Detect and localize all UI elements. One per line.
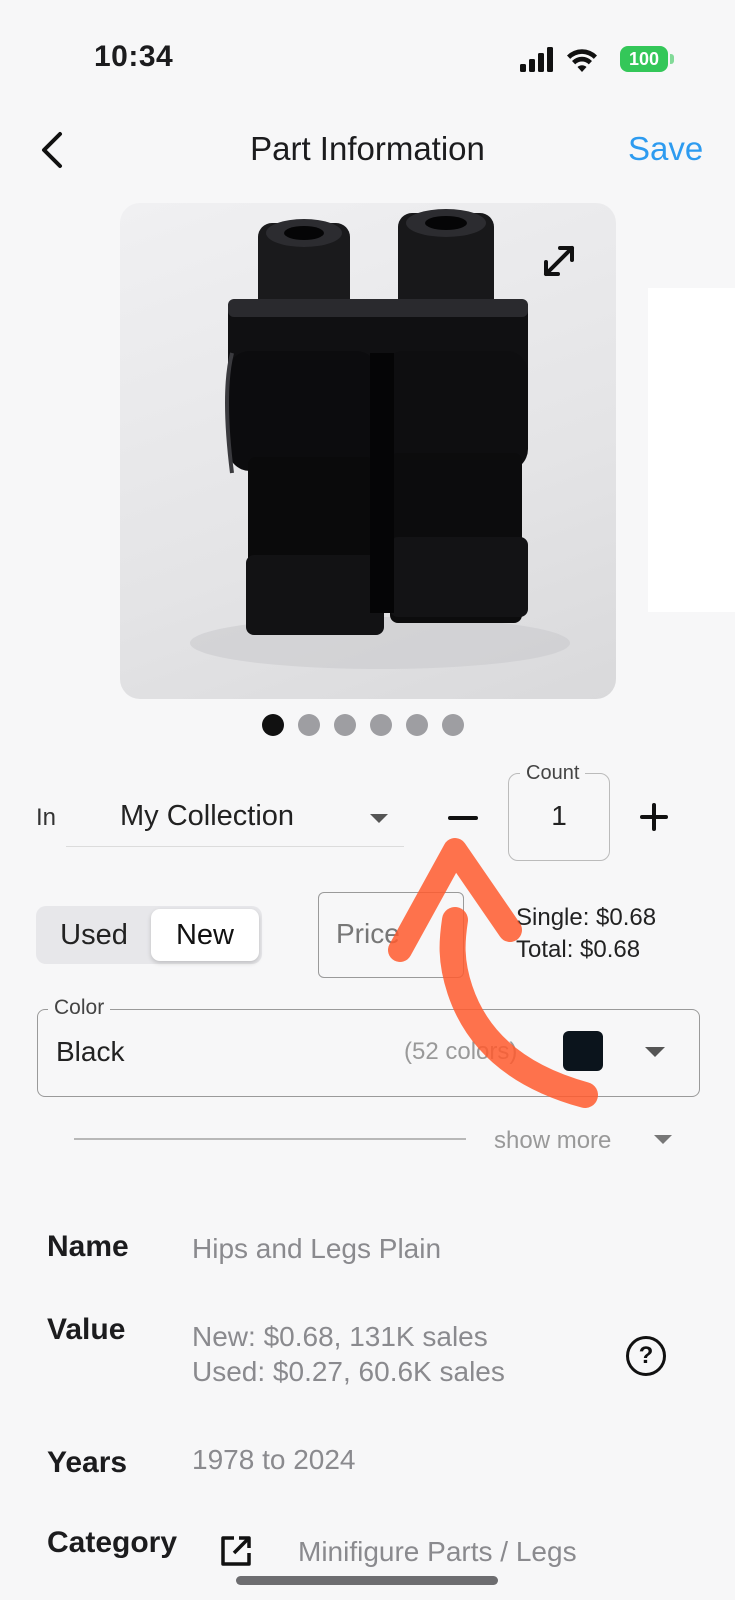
- color-swatch: [563, 1031, 603, 1071]
- color-value: Black: [56, 1036, 125, 1067]
- color-label: Color: [48, 996, 111, 1020]
- help-icon[interactable]: ?: [626, 1336, 666, 1376]
- single-price: Single: $0.68: [516, 904, 657, 931]
- page-dot[interactable]: [298, 714, 320, 736]
- decrement-button[interactable]: [448, 816, 478, 820]
- value-label: Value: [47, 1313, 126, 1346]
- count-label: Count: [520, 762, 586, 785]
- page-title: Part Information: [250, 130, 485, 167]
- name-label: Name: [47, 1230, 129, 1263]
- show-more-button[interactable]: show more: [494, 1127, 611, 1155]
- condition-used-option[interactable]: Used: [36, 906, 152, 964]
- signal-icon: [520, 47, 553, 72]
- category-label: Category: [47, 1526, 178, 1559]
- wifi-icon: [567, 49, 597, 72]
- expand-icon[interactable]: [538, 240, 580, 282]
- gallery-page-indicator[interactable]: [262, 714, 472, 738]
- color-count: (52 colors): [404, 1038, 518, 1065]
- chevron-down-icon[interactable]: [654, 1135, 672, 1144]
- page-dot-active[interactable]: [262, 714, 284, 736]
- battery-cap: [670, 54, 674, 64]
- in-label: In: [36, 804, 57, 831]
- years-label: Years: [47, 1446, 128, 1479]
- page-dot[interactable]: [406, 714, 428, 736]
- save-button[interactable]: Save: [628, 130, 703, 168]
- value-used: Used: $0.27, 60.6K sales: [192, 1356, 505, 1387]
- increment-button-vertical[interactable]: [652, 803, 656, 831]
- condition-new-option[interactable]: New: [151, 909, 259, 961]
- next-image-peek: [648, 288, 735, 612]
- years-value: 1978 to 2024: [192, 1444, 356, 1475]
- count-value[interactable]: 1: [508, 800, 610, 832]
- status-time: 10:34: [94, 40, 174, 73]
- home-indicator: [236, 1576, 498, 1585]
- name-value: Hips and Legs Plain: [192, 1233, 442, 1264]
- category-value[interactable]: Minifigure Parts / Legs: [298, 1536, 577, 1568]
- page-dot[interactable]: [370, 714, 392, 736]
- price-placeholder: Price: [336, 918, 400, 949]
- chevron-down-icon: [370, 814, 388, 823]
- external-link-icon[interactable]: [219, 1534, 253, 1568]
- page-dot[interactable]: [442, 714, 464, 736]
- battery-indicator: 100: [620, 46, 668, 72]
- page-dot[interactable]: [334, 714, 356, 736]
- divider: [74, 1138, 466, 1140]
- collection-dropdown[interactable]: My Collection: [66, 796, 404, 847]
- value-new: New: $0.68, 131K sales: [192, 1321, 488, 1352]
- total-price: Total: $0.68: [516, 936, 641, 963]
- collection-selected: My Collection: [120, 800, 295, 832]
- chevron-down-icon[interactable]: [645, 1047, 665, 1057]
